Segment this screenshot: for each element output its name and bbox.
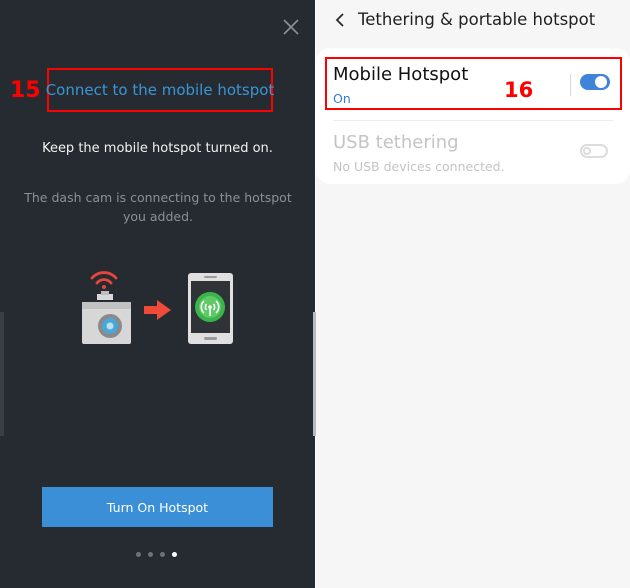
wifi-icon [90,271,118,289]
turn-on-hotspot-button[interactable]: Turn On Hotspot [42,487,273,527]
pager-dot [136,552,141,557]
mobile-hotspot-status: On [333,91,351,106]
back-chevron-icon[interactable] [334,13,346,27]
pager-dot-active [172,552,177,557]
app-bar: Tethering & portable hotspot [316,0,630,42]
toggle-knob [595,76,607,88]
close-icon[interactable] [280,16,302,38]
mobile-hotspot-label[interactable]: Mobile Hotspot [333,64,468,85]
usb-tethering-label: USB tethering [333,132,459,153]
dashcam-app-panel: 15 Connect to the mobile hotspot Keep th… [0,0,315,588]
connection-illustration [82,271,233,344]
status-text: The dash cam is connecting to the hotspo… [24,190,292,224]
pager-dot [160,552,165,557]
step-number-16: 16 [504,78,534,102]
settings-card: Mobile Hotspot On 16 USB tethering No US… [316,48,630,184]
page-title: Connect to the mobile hotspot [45,81,275,99]
pager-dots [136,552,177,557]
screen-edge-left [0,312,4,436]
dash-cam-icon [82,291,131,344]
pager-dot [148,552,153,557]
hotspot-signal-icon [195,292,225,322]
usb-tethering-status: No USB devices connected. [333,159,505,174]
mobile-hotspot-toggle[interactable] [580,74,610,90]
vertical-divider [570,74,571,96]
row-divider [333,120,613,121]
arrow-right-icon [144,300,171,320]
toggle-knob [583,147,591,155]
android-settings-panel: Tethering & portable hotspot Mobile Hots… [316,0,630,588]
usb-tethering-toggle[interactable] [580,144,608,158]
page-title: Tethering & portable hotspot [358,10,596,29]
step-number-15: 15 [10,78,41,103]
instruction-text: Keep the mobile hotspot turned on. [42,141,273,156]
